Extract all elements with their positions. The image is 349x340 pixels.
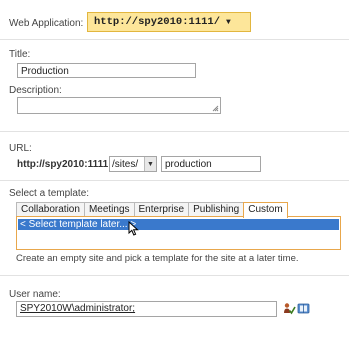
web-application-label: Web Application: <box>9 18 84 29</box>
url-path-value: /sites/ <box>112 158 139 170</box>
check-names-icon[interactable] <box>283 302 296 315</box>
divider <box>0 180 349 181</box>
address-book-icon[interactable] <box>297 302 310 315</box>
tab-publishing[interactable]: Publishing <box>188 202 245 217</box>
site-url-input[interactable]: production <box>161 156 261 172</box>
template-label: Select a template: <box>9 188 90 199</box>
tab-enterprise[interactable]: Enterprise <box>133 202 190 217</box>
title-label: Title: <box>9 49 31 60</box>
url-prefix: http://spy2010:1111 <box>17 159 109 170</box>
url-path-select[interactable]: /sites/ ▼ <box>109 156 157 172</box>
web-application-value: http://spy2010:1111/ <box>94 16 221 28</box>
tab-meetings[interactable]: Meetings <box>83 202 135 217</box>
description-label: Description: <box>9 85 62 96</box>
template-list[interactable]: < Select template later... > <box>16 216 341 250</box>
divider <box>0 39 349 40</box>
chevron-down-icon[interactable]: ▼ <box>144 157 156 171</box>
user-name-label: User name: <box>9 289 61 300</box>
tab-collaboration[interactable]: Collaboration <box>16 202 85 217</box>
description-textarea[interactable] <box>17 97 221 114</box>
template-tabs: Collaboration Meetings Enterprise Publis… <box>16 202 288 218</box>
chevron-down-icon: ▼ <box>226 17 231 27</box>
mouse-cursor-icon <box>128 221 139 236</box>
resize-grip-icon[interactable] <box>212 105 219 112</box>
url-label: URL: <box>9 143 32 154</box>
template-description: Create an empty site and pick a template… <box>16 253 299 264</box>
divider <box>0 275 349 276</box>
title-input[interactable]: Production <box>17 63 196 78</box>
divider <box>0 131 349 132</box>
tab-custom[interactable]: Custom <box>243 202 288 218</box>
web-application-selector[interactable]: http://spy2010:1111/ ▼ <box>87 12 251 32</box>
list-item[interactable]: < Select template later... > <box>18 219 339 230</box>
user-name-input[interactable]: SPY2010W\administrator; <box>16 301 277 317</box>
